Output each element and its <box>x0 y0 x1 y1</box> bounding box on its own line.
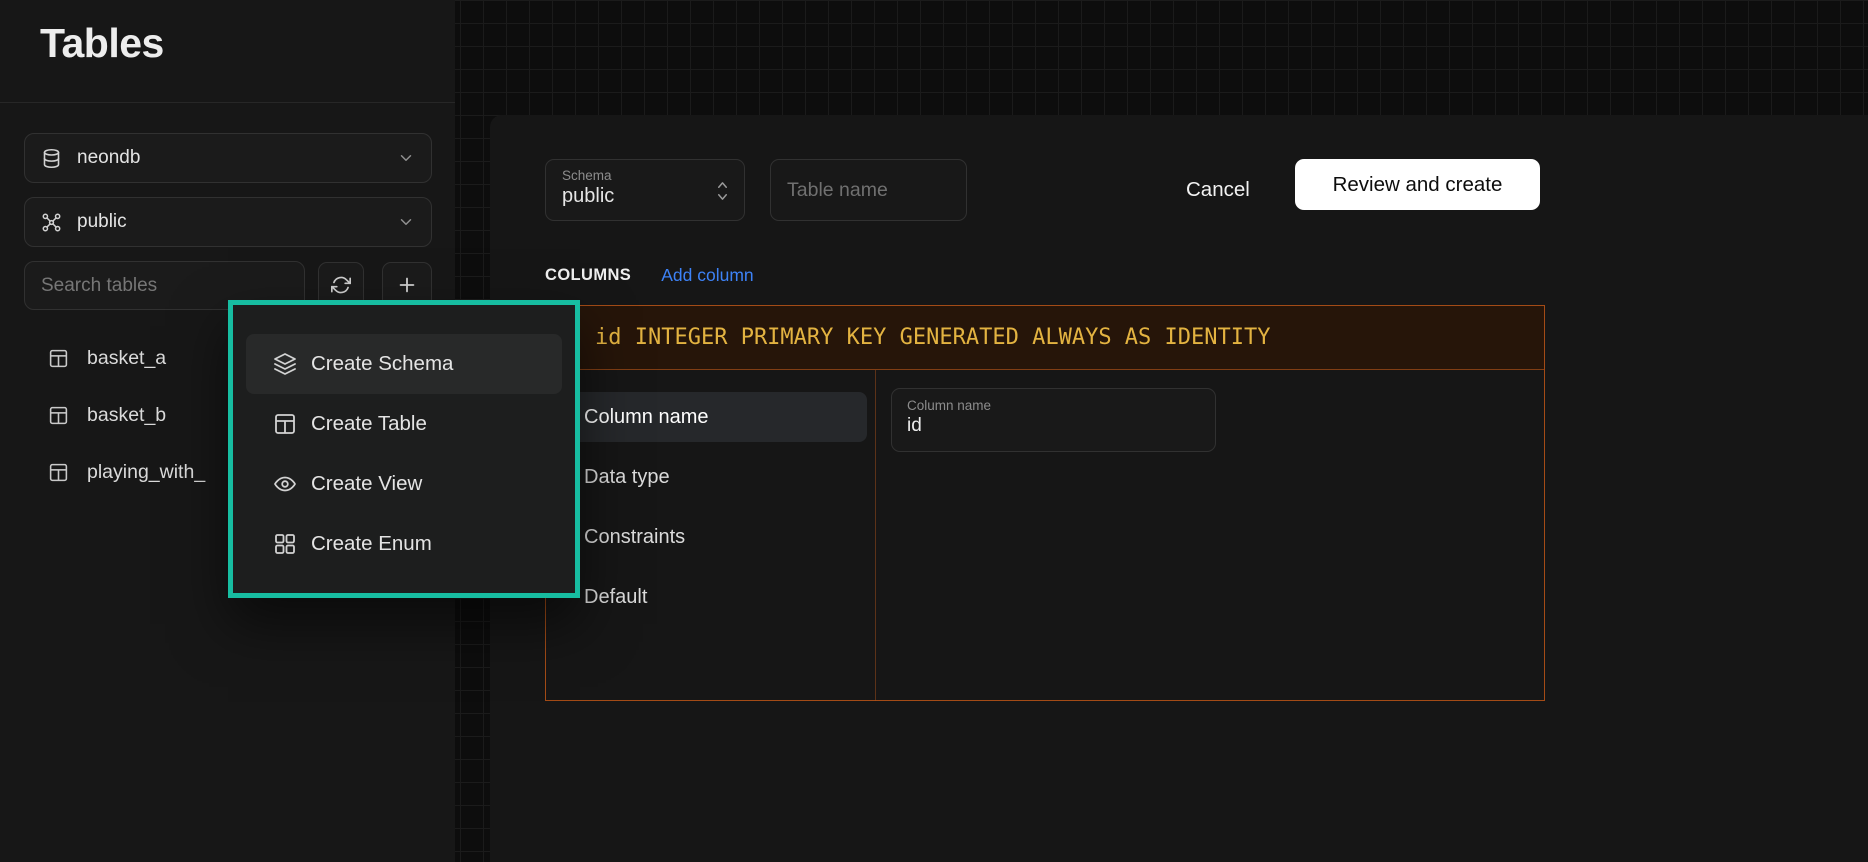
column-name-field[interactable]: Column name id <box>891 388 1216 452</box>
chevron-down-icon <box>397 149 415 167</box>
column-name-field-label: Column name <box>907 398 1200 413</box>
grid-icon <box>273 532 297 556</box>
schema-dropdown[interactable]: Schema public <box>545 159 745 221</box>
table-name: basket_a <box>87 347 166 370</box>
table-icon <box>48 405 69 426</box>
database-select[interactable]: neondb <box>24 133 432 183</box>
menu-item-label: Create Enum <box>311 532 432 556</box>
menu-item-create-enum[interactable]: Create Enum <box>246 514 562 574</box>
chevron-down-icon <box>397 213 415 231</box>
layers-icon <box>273 352 297 376</box>
table-icon <box>48 348 69 369</box>
table-icon <box>48 462 69 483</box>
sidebar-title: Tables <box>40 20 164 67</box>
table-name: basket_b <box>87 404 166 427</box>
nav-item-data-type[interactable]: Data type <box>554 452 867 502</box>
create-context-menu: Create Schema Create Table Create View <box>228 300 580 598</box>
menu-item-label: Create View <box>311 472 422 496</box>
cancel-button[interactable]: Cancel <box>1176 167 1260 213</box>
schema-dropdown-value: public <box>562 185 730 208</box>
nav-item-constraints[interactable]: Constraints <box>554 512 867 562</box>
table-icon <box>273 412 297 436</box>
chevron-updown-icon <box>715 180 730 202</box>
columns-section-label: COLUMNS <box>545 266 631 285</box>
column-editor: id INTEGER PRIMARY KEY GENERATED ALWAYS … <box>545 305 1545 701</box>
nav-item-default[interactable]: Default <box>554 572 867 622</box>
table-name: playing_with_ <box>87 461 205 484</box>
menu-item-label: Create Schema <box>311 352 453 376</box>
schema-select-value: public <box>77 211 127 233</box>
column-sql-text: id INTEGER PRIMARY KEY GENERATED ALWAYS … <box>595 325 1271 350</box>
menu-item-create-table[interactable]: Create Table <box>246 394 562 454</box>
column-sql-row[interactable]: id INTEGER PRIMARY KEY GENERATED ALWAYS … <box>546 306 1544 370</box>
add-column-link[interactable]: Add column <box>661 265 753 286</box>
schema-dropdown-label: Schema <box>562 168 730 183</box>
columns-header-row: COLUMNS Add column <box>545 265 754 286</box>
table-name-input[interactable] <box>770 159 967 221</box>
schema-icon <box>41 212 62 233</box>
refresh-icon <box>331 275 351 295</box>
column-editor-nav: Column name Data type Constraints Defaul… <box>546 370 876 701</box>
menu-item-label: Create Table <box>311 412 427 436</box>
menu-item-create-view[interactable]: Create View <box>246 454 562 514</box>
app-screen: Tables neondb <box>0 0 1868 862</box>
sidebar-divider <box>0 102 455 103</box>
eye-icon <box>273 472 297 496</box>
review-and-create-button[interactable]: Review and create <box>1295 159 1540 210</box>
create-table-panel: Schema public Cancel Review and create C… <box>490 115 1868 862</box>
database-icon <box>41 148 62 169</box>
create-context-menu-list: Create Schema Create Table Create View <box>233 305 575 584</box>
plus-icon <box>396 274 418 296</box>
column-name-field-value: id <box>907 415 1200 437</box>
column-editor-body: Column name Data type Constraints Defaul… <box>546 370 1544 701</box>
column-editor-form: Column name id <box>876 370 1544 701</box>
nav-item-column-name[interactable]: Column name <box>554 392 867 442</box>
schema-select[interactable]: public <box>24 197 432 247</box>
database-select-value: neondb <box>77 147 140 169</box>
menu-item-create-schema[interactable]: Create Schema <box>246 334 562 394</box>
